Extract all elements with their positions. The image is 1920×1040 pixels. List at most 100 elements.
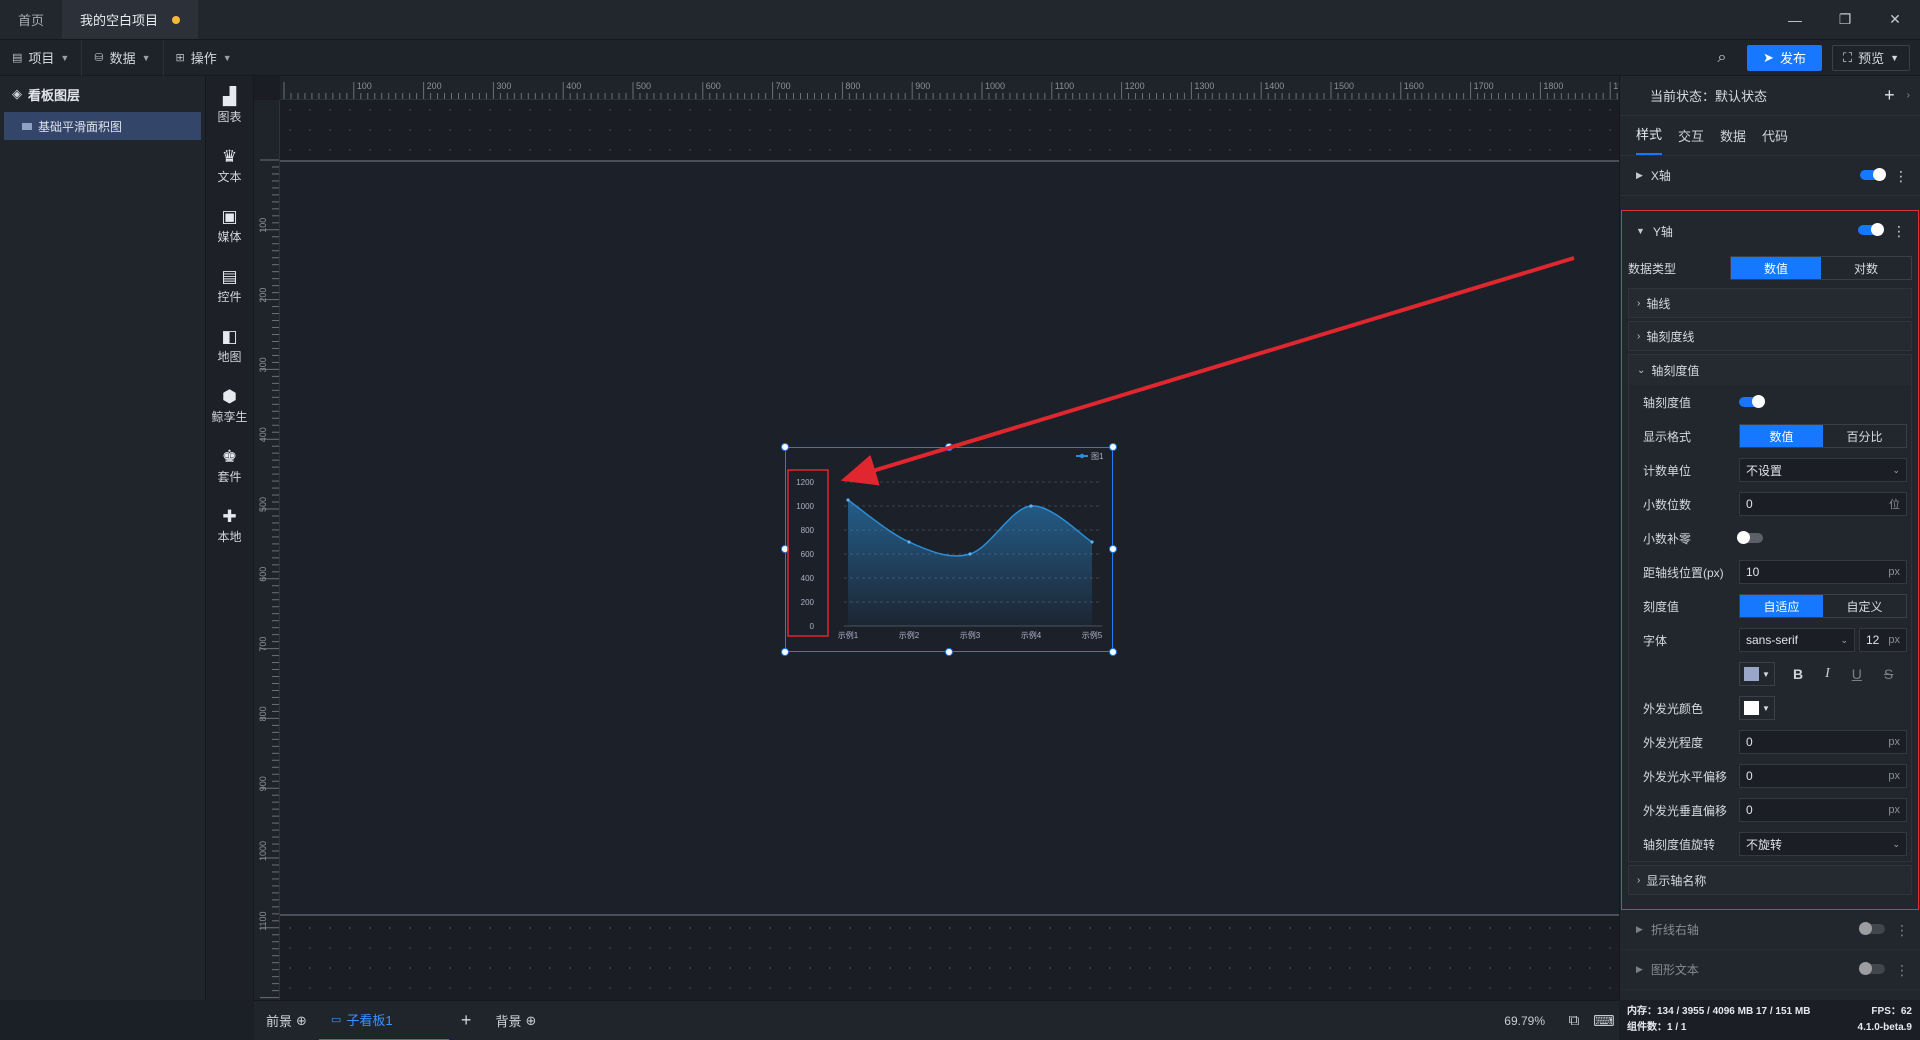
more-vertical-icon[interactable]: ⋮ (1892, 224, 1906, 238)
chevron-right-icon[interactable]: › (1907, 90, 1920, 101)
tab-interaction[interactable]: 交互 (1678, 126, 1704, 155)
resize-handle[interactable] (781, 545, 789, 553)
component-bar: ▟ 图表 ♛ 文本 ▣ 媒体 ▤ 控件 ◧ 地图 ⬢ 鲸孪生 ♚ 套件 ✚ 本地 (206, 76, 254, 1000)
comp-control[interactable]: ▤ 控件 (206, 256, 253, 316)
resize-handle[interactable] (781, 648, 789, 656)
section-xaxis[interactable]: ▶ X轴 ⋮ (1620, 156, 1920, 196)
resize-handle[interactable] (1109, 443, 1117, 451)
more-vertical-icon[interactable]: ⋮ (1895, 963, 1909, 977)
minimize-icon[interactable]: — (1770, 0, 1820, 39)
section-right-axis[interactable]: ▶ 折线右轴 ⋮ (1620, 910, 1920, 950)
xaxis-toggle[interactable] (1860, 167, 1886, 181)
publish-button[interactable]: ➤ 发布 (1747, 44, 1822, 71)
bold-icon[interactable]: B (1793, 666, 1803, 682)
right-axis-toggle[interactable] (1859, 921, 1885, 935)
tab-foreground[interactable]: 前景 ⊕ (254, 1001, 319, 1040)
data-point[interactable] (907, 540, 911, 544)
format-number[interactable]: 数值 (1740, 425, 1823, 447)
shape-text-toggle[interactable] (1859, 961, 1885, 975)
menu-ops[interactable]: ⊞ 操作 ▼ (164, 40, 244, 76)
x-tick-label: 示例1 (838, 630, 859, 640)
tab-home[interactable]: 首页 (0, 0, 62, 39)
layer-item[interactable]: 基础平滑面积图 (4, 112, 201, 140)
datatype-log[interactable]: 对数 (1821, 257, 1911, 279)
subsection-axisline[interactable]: › 轴线 (1628, 288, 1912, 318)
font-select[interactable]: sans-serif ⌄ (1739, 628, 1855, 652)
resize-handle[interactable] (1109, 545, 1117, 553)
add-circle-icon[interactable]: ⊕ (296, 1013, 307, 1029)
rotate-select[interactable]: 不旋转 ⌄ (1739, 832, 1907, 856)
subsection-axisname[interactable]: › 显示轴名称 (1628, 865, 1912, 895)
fit-screen-icon[interactable]: ⧉ (1559, 1012, 1589, 1029)
scale-custom[interactable]: 自定义 (1823, 595, 1906, 617)
tab-code[interactable]: 代码 (1762, 126, 1788, 155)
comp-kit[interactable]: ♚ 套件 (206, 436, 253, 496)
comp-media[interactable]: ▣ 媒体 (206, 196, 253, 256)
padzero-toggle[interactable] (1737, 531, 1763, 544)
section-yaxis[interactable]: ▼ Y轴 ⋮ (1622, 211, 1918, 251)
ruler-label: 1000 (985, 81, 1005, 91)
menu-data[interactable]: ⛁ 数据 ▼ (82, 39, 164, 76)
chevron-down-icon: ⌄ (1892, 838, 1900, 849)
unit-select[interactable]: 不设置 ⌄ (1739, 458, 1907, 482)
comp-local[interactable]: ✚ 本地 (206, 496, 253, 556)
glow-color-picker[interactable]: ▼ (1739, 696, 1775, 720)
preview-button[interactable]: ⛶ 预览 ▼ (1831, 44, 1910, 71)
comp-chart[interactable]: ▟ 图表 (206, 76, 253, 136)
tab-project[interactable]: 我的空白项目 (62, 0, 199, 39)
resize-handle[interactable] (945, 443, 953, 451)
font-size-input[interactable]: 12 px (1859, 628, 1907, 652)
legend-label[interactable]: 图1 (1091, 452, 1104, 461)
more-vertical-icon[interactable]: ⋮ (1895, 923, 1909, 937)
ticklabel-toggle[interactable] (1739, 395, 1765, 408)
add-state-icon[interactable]: + (1884, 85, 1907, 106)
tab-subboard[interactable]: ▭ 子看板1 (318, 1001, 449, 1040)
row-decimals: 小数位数 0位 (1629, 487, 1911, 521)
ruler-label: 600 (706, 81, 721, 91)
data-point[interactable] (1090, 540, 1094, 544)
offset-input[interactable]: 10 px (1739, 560, 1907, 584)
search-icon[interactable]: ⌕ (1707, 45, 1737, 71)
strikethrough-icon[interactable]: S (1884, 666, 1893, 682)
bottom-bar: 前景 ⊕ ▭ 子看板1 + 背景 ⊕ 69.79% ⧉ ⌨ (254, 1000, 1619, 1040)
resize-handle[interactable] (945, 648, 953, 656)
add-circle-icon[interactable]: ⊕ (525, 1013, 536, 1029)
more-vertical-icon[interactable]: ⋮ (1894, 169, 1908, 183)
decimals-input[interactable]: 0位 (1739, 492, 1907, 516)
resize-handle[interactable] (781, 443, 789, 451)
add-board-button[interactable]: + (449, 1001, 484, 1040)
data-point[interactable] (1029, 504, 1033, 508)
tab-background[interactable]: 背景 ⊕ (483, 1001, 548, 1040)
data-point[interactable] (968, 552, 972, 556)
menu-project[interactable]: ▤ 项目 ▼ (0, 39, 83, 76)
restore-icon[interactable]: ❐ (1820, 0, 1870, 39)
tab-style[interactable]: 样式 (1636, 124, 1663, 155)
glow-v-input[interactable]: 0 px (1739, 798, 1907, 822)
glow-h-input[interactable]: 0 px (1739, 764, 1907, 788)
glow-level-input[interactable]: 0 px (1739, 730, 1907, 754)
area-chart[interactable]: 0 200 400 600 800 1000 1200 示例1 示例2 示例3 示例4 示例5 图1 (786, 448, 1112, 651)
datatype-value[interactable]: 数值 (1731, 257, 1821, 279)
control-icon: ▤ (221, 266, 238, 286)
ticklabels-header[interactable]: ⌄ 轴刻度值 (1629, 355, 1911, 385)
underline-icon[interactable]: U (1852, 666, 1862, 682)
zoom-level[interactable]: 69.79% (1504, 1014, 1559, 1028)
yaxis-toggle[interactable] (1858, 223, 1884, 236)
datatype-segmented: 数值 对数 (1730, 256, 1912, 280)
scale-auto[interactable]: 自适应 (1740, 595, 1823, 617)
italic-icon[interactable]: I (1825, 666, 1830, 682)
tab-data[interactable]: 数据 (1720, 126, 1746, 155)
comp-map-label: 地图 (217, 349, 242, 364)
chart-widget[interactable]: 0 200 400 600 800 1000 1200 示例1 示例2 示例3 示例4 示例5 图1 (781, 443, 1117, 656)
format-percent[interactable]: 百分比 (1823, 425, 1906, 447)
subsection-ticks[interactable]: › 轴刻度线 (1628, 321, 1912, 351)
comp-twin[interactable]: ⬢ 鲸孪生 (206, 376, 253, 436)
resize-handle[interactable] (1109, 648, 1117, 656)
font-color-picker[interactable]: ▼ (1739, 662, 1775, 686)
data-point[interactable] (846, 498, 850, 502)
comp-map[interactable]: ◧ 地图 (206, 316, 253, 376)
comp-text[interactable]: ♛ 文本 (206, 136, 253, 196)
section-shape-text[interactable]: ▶ 图形文本 ⋮ (1620, 950, 1920, 990)
close-icon[interactable]: ✕ (1870, 0, 1920, 39)
keyboard-icon[interactable]: ⌨ (1589, 1012, 1619, 1030)
